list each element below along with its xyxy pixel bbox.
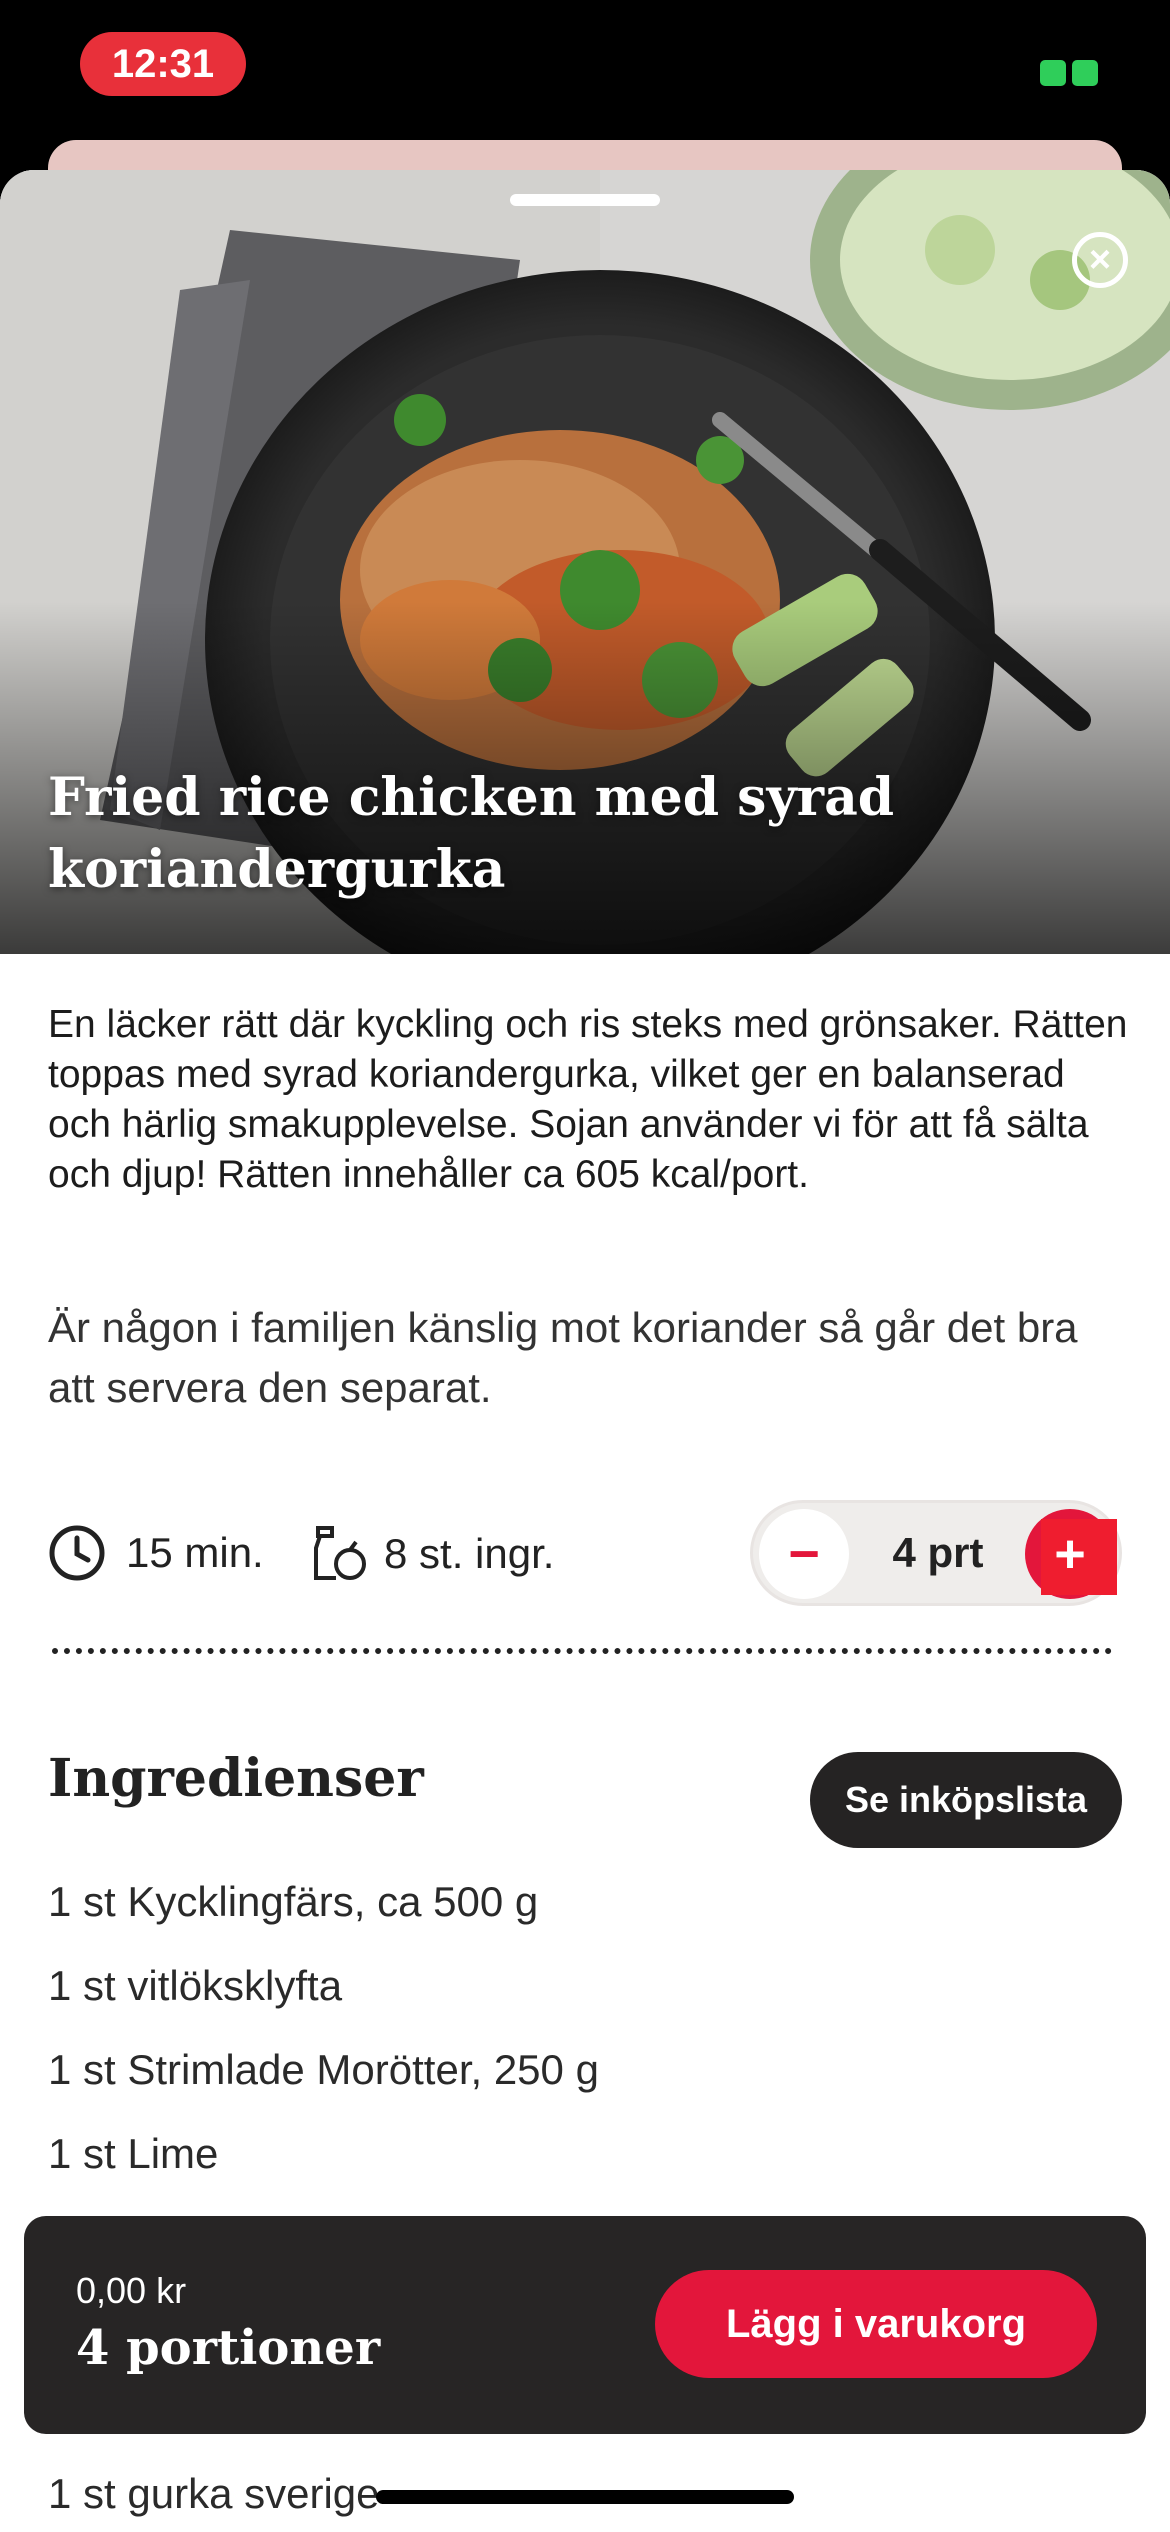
cook-time: 15 min. [48,1524,264,1582]
close-icon: × [1088,239,1112,281]
recipe-hero-image: × Fried rice chicken med syrad koriander… [0,170,1170,954]
decrease-portions-button[interactable]: − [759,1509,849,1599]
close-button[interactable]: × [1072,232,1128,288]
section-divider [52,1648,1112,1654]
increase-portions-button[interactable]: + [1025,1509,1117,1599]
ingredient-item: 1 st Kycklingfärs, ca 500 g [48,1878,539,1925]
add-to-cart-button[interactable]: Lägg i varukorg [655,2270,1097,2378]
ingredient-count: 8 st. ingr. [310,1524,554,1584]
shopping-list-button[interactable]: Se inköpslista [810,1752,1122,1848]
bottle-icon [314,1526,366,1580]
recipe-description: En läcker rätt där kyckling och ris stek… [48,1003,1128,1196]
recipe-meta-row: 15 min. 8 st. ingr. − 4 prt + [48,1500,1122,1610]
home-indicator[interactable] [376,2490,794,2504]
sheet-grabber[interactable] [510,194,660,206]
clock-icon [49,1525,105,1581]
cook-time-label: 15 min. [126,1529,264,1576]
ingredients-heading: Ingredienser [48,1748,424,1809]
plus-icon: + [1054,1524,1086,1584]
ingredient-item: 1 st gurka sverige [48,2470,380,2517]
minus-icon: − [788,1524,820,1584]
recipe-title: Fried rice chicken med syrad koriandergu… [48,767,895,900]
ingredient-item: 1 st Strimlade Morötter, 250 g [48,2046,599,2093]
status-time[interactable]: 12:31 [80,32,246,96]
portion-stepper: − 4 prt + [750,1500,1122,1606]
ingredient-list: 1 st Kycklingfärs, ca 500 g 1 st vitlöks… [48,1860,1118,2196]
cart-portions: 4 portioner [76,2320,381,2376]
status-bar: 12:31 [0,0,1170,140]
recipe-note: Är någon i familjen känslig mot koriande… [48,1304,1078,1411]
cart-price: 0,00 kr [76,2270,187,2311]
portions-value: 4 prt [892,1529,984,1576]
camera-indicator-icon [1040,60,1104,86]
ingredient-item: 1 st vitlöksklyfta [48,1962,343,2009]
ingredient-item: 1 st Lime [48,2130,219,2177]
cart-panel: 0,00 kr 4 portioner Lägg i varukorg [24,2216,1146,2434]
ingredient-count-label: 8 st. ingr. [384,1530,555,1577]
recipe-sheet: × Fried rice chicken med syrad koriander… [0,170,1170,2532]
